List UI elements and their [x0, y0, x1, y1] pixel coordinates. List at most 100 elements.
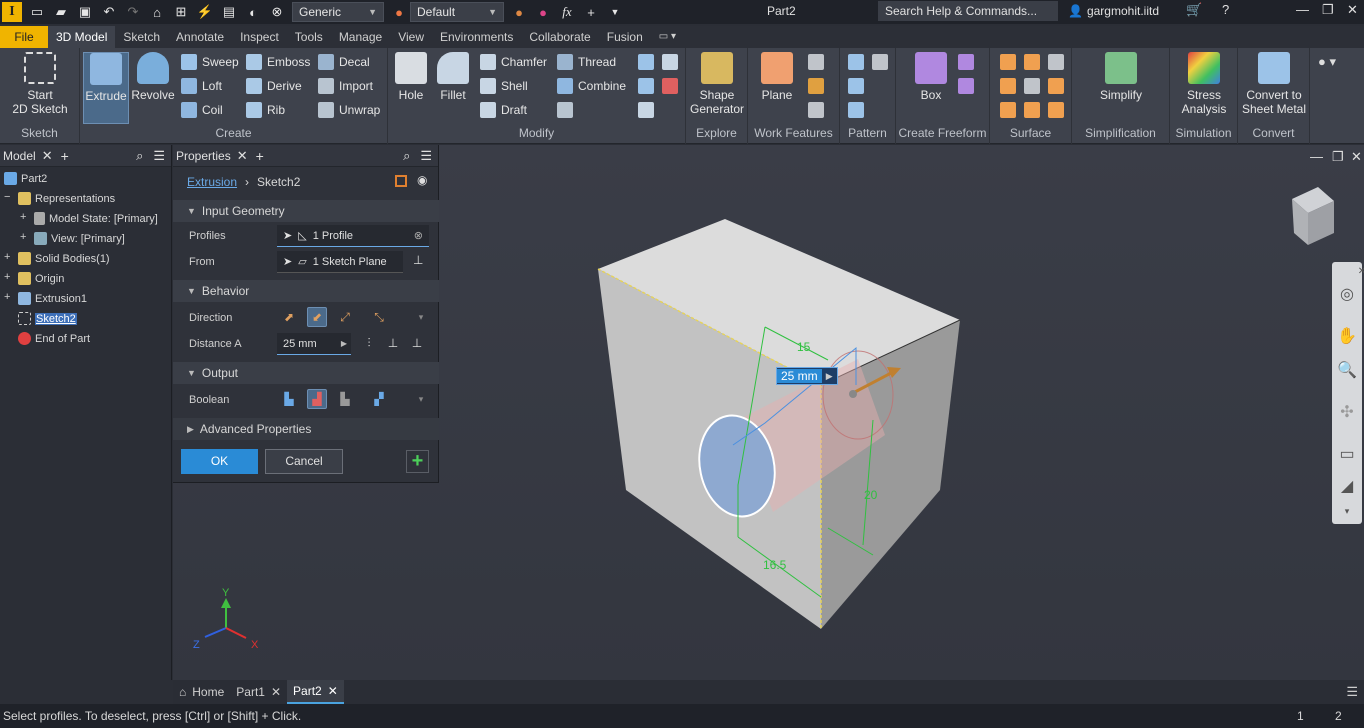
ok-button[interactable]: OK [181, 449, 258, 474]
stress-analysis-button[interactable]: Stress Analysis [1174, 52, 1234, 124]
tree-item-sketch2[interactable]: Sketch2 [18, 312, 77, 325]
appearance-combo[interactable]: Default ▼ [410, 2, 504, 22]
through-all-icon[interactable]: ⊥ [407, 333, 427, 353]
cut-icon[interactable]: ▟ [307, 389, 327, 409]
distance-mode-icon[interactable]: ⫶ [359, 333, 379, 353]
tab-sketch[interactable]: Sketch [115, 26, 168, 48]
freeform-face-icon[interactable] [958, 54, 974, 70]
clear-selection-icon[interactable]: ⊗ [414, 229, 423, 242]
replace-face-icon[interactable] [638, 54, 654, 70]
ribbon-options-icon[interactable]: ▭ ▾ [651, 26, 684, 48]
to-next-icon[interactable]: ⊥ [383, 333, 403, 353]
add-icon[interactable]: + [582, 3, 600, 21]
circular-pattern-icon[interactable] [848, 78, 864, 94]
expand-icon[interactable]: + [4, 291, 10, 303]
close-icon[interactable]: ✕ [328, 684, 338, 698]
rectangular-pattern-icon[interactable] [848, 54, 864, 70]
ucs-icon[interactable] [808, 102, 824, 118]
tree-item-origin[interactable]: Origin [18, 272, 64, 285]
preset-icon[interactable] [395, 175, 407, 187]
hole-button[interactable]: Hole [391, 52, 431, 124]
section-output[interactable]: ▼ Output [173, 362, 439, 384]
restore-icon[interactable]: ❐ [1322, 2, 1334, 18]
home-icon[interactable]: ⌂ [148, 3, 166, 21]
distance-input[interactable]: 25 mm ▶ [277, 333, 351, 355]
search-icon[interactable]: ⌕ [136, 148, 143, 164]
clear-icon[interactable]: ● [534, 3, 552, 21]
unwrap-button[interactable]: Unwrap [318, 102, 380, 118]
browser-title[interactable]: Model [3, 149, 36, 163]
extend-icon[interactable] [1048, 78, 1064, 94]
move-face-icon[interactable] [662, 54, 678, 70]
undo-icon[interactable]: ↶ [100, 3, 118, 21]
cart-icon[interactable]: 🛒 [1186, 2, 1202, 18]
box-button[interactable]: Box [908, 52, 954, 124]
patch-icon[interactable] [1000, 78, 1016, 94]
distance-arrow-icon[interactable]: ▶ [341, 339, 347, 348]
tab-part1[interactable]: Part1 ✕ [230, 680, 287, 704]
thread-button[interactable]: Thread [557, 54, 616, 70]
adjust-icon[interactable]: ● [510, 3, 528, 21]
freeform-convert-icon[interactable] [958, 78, 974, 94]
replace-face-surface-icon[interactable] [1048, 102, 1064, 118]
mirror-icon[interactable] [872, 54, 888, 70]
dim-20-label[interactable]: 20 [864, 488, 878, 502]
tab-part2[interactable]: Part2 ✕ [287, 680, 344, 704]
profiles-selector[interactable]: ➤ ◺ 1 Profile ⊗ [277, 225, 429, 247]
fillet-button[interactable]: Fillet [433, 52, 473, 124]
intersect-icon[interactable]: ▙ [335, 389, 355, 409]
sweep-button[interactable]: Sweep [181, 54, 239, 70]
new-solid-icon[interactable]: ▞ [369, 389, 389, 409]
ruled-surface-icon[interactable] [1000, 102, 1016, 118]
app-logo-icon[interactable]: I [2, 2, 22, 22]
from-selector[interactable]: ➤ ▱ 1 Sketch Plane [277, 251, 403, 273]
convert-sheet-metal-button[interactable]: Convert to Sheet Metal [1240, 52, 1308, 124]
navbar-close-icon[interactable]: ✕ [1352, 266, 1364, 286]
tab-3d-model[interactable]: 3D Model [48, 26, 116, 48]
section-advanced[interactable]: ▶ Advanced Properties [173, 418, 439, 440]
start-2d-sketch-button[interactable]: Start 2D Sketch [4, 52, 76, 124]
split-button[interactable] [557, 102, 573, 118]
tree-item-end-of-part[interactable]: End of Part [18, 332, 90, 345]
section-input-geometry[interactable]: ▼ Input Geometry [173, 200, 439, 222]
thicken-icon[interactable] [1000, 54, 1016, 70]
tree-item-view[interactable]: View: [Primary] [34, 232, 125, 245]
copy-object-icon[interactable] [638, 78, 654, 94]
customize-icon[interactable]: ▼ [606, 3, 624, 21]
emboss-button[interactable]: Emboss [246, 54, 310, 70]
search-icon[interactable]: ⌕ [403, 148, 410, 164]
cancel-button[interactable]: Cancel [265, 449, 343, 474]
color-icon[interactable]: ◐ [244, 3, 262, 21]
pan-icon[interactable]: ✋ [1337, 326, 1357, 346]
open-folder-icon[interactable]: ▰ [52, 3, 70, 21]
plane-button[interactable]: Plane [754, 52, 800, 124]
return-icon[interactable]: ⊞ [172, 3, 190, 21]
close-icon[interactable]: ✕ [237, 148, 248, 164]
direction-more-icon[interactable]: ▾ [411, 307, 431, 327]
rib-button[interactable]: Rib [246, 102, 285, 118]
tree-item-representations[interactable]: Representations [18, 192, 115, 205]
extrude-button[interactable]: Extrude [83, 52, 129, 124]
manipulator-handle[interactable] [849, 390, 857, 398]
decal-button[interactable]: Decal [318, 54, 370, 70]
viewport-close-icon[interactable]: ✕ [1351, 149, 1362, 165]
user-account[interactable]: 👤 gargmohit.iitd [1068, 4, 1159, 18]
fx-icon[interactable]: fx [558, 3, 576, 21]
material-combo[interactable]: Generic ▼ [292, 2, 384, 22]
chamfer-button[interactable]: Chamfer [480, 54, 547, 70]
tab-environments[interactable]: Environments [432, 26, 521, 48]
zoom-icon[interactable]: 🔍 [1337, 360, 1357, 380]
tab-tools[interactable]: Tools [287, 26, 331, 48]
apply-add-button[interactable]: + [406, 450, 429, 473]
redo-icon[interactable]: ↷ [124, 3, 142, 21]
direction-asymmetric-icon[interactable]: ⤡ [369, 307, 389, 327]
tab-annotate[interactable]: Annotate [168, 26, 232, 48]
save-icon[interactable]: ▣ [76, 3, 94, 21]
expand-icon[interactable]: + [4, 251, 10, 263]
from-options-icon[interactable]: ⊥ [413, 253, 423, 267]
stitch-icon[interactable] [1024, 54, 1040, 70]
shape-generator-button[interactable]: Shape Generator [688, 52, 746, 124]
trim-icon[interactable] [1024, 78, 1040, 94]
tree-item-model-state[interactable]: Model State: [Primary] [34, 212, 158, 225]
direction-symmetric-icon[interactable]: ⤢ [335, 307, 355, 327]
